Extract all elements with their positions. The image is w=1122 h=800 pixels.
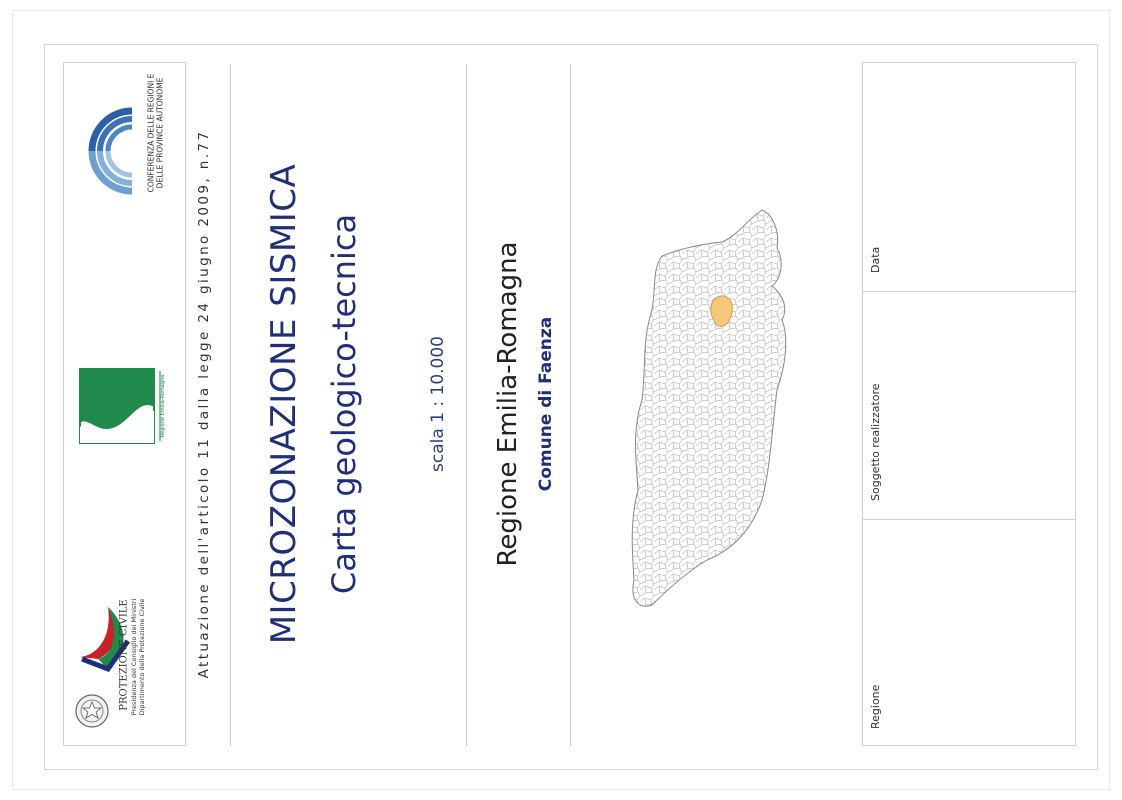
page-title: MICROZONAZIONE SISMICA xyxy=(264,163,304,645)
protezione-civile-logo: PROTEZIONE CIVILE Presidenza del Consigl… xyxy=(68,597,182,737)
region-map xyxy=(612,200,812,620)
soggetto-label: Soggetto realizzatore xyxy=(869,383,882,501)
divider-3 xyxy=(570,64,571,746)
conferenza-regioni-logo: CONFERENZA DELLE REGIONI E DELLE PROVINC… xyxy=(84,74,182,227)
scale-label: scala 1 : 10.000 xyxy=(428,336,448,472)
location-block: Regione Emilia-Romagna Comune di Faenza xyxy=(468,62,568,746)
comune-title: Comune di Faenza xyxy=(536,316,556,492)
regione-label: Regione xyxy=(869,684,882,729)
divider-1 xyxy=(230,64,231,746)
region-title: Regione Emilia-Romagna xyxy=(493,241,523,567)
protezione-civile-sub2: Dipartimento della Protezione Civile xyxy=(138,598,146,716)
regione-emilia-romagna-logo: Regione Emilia-Romagna xyxy=(78,367,168,445)
protezione-civile-title: PROTEZIONE CIVILE xyxy=(118,599,130,711)
emilia-romagna-map-icon xyxy=(631,209,787,607)
attuazione-text: Attuazione dell'articolo 11 dalla legge … xyxy=(196,129,212,679)
regione-logo-caption: Regione Emilia-Romagna xyxy=(160,374,166,438)
conferenza-line2: DELLE PROVINCE AUTONOME xyxy=(155,77,165,189)
logo-panel: PROTEZIONE CIVILE Presidenza del Consigl… xyxy=(63,62,186,746)
table-cell-soggetto: Soggetto realizzatore xyxy=(863,291,1075,519)
protezione-civile-sub1: Presidenza del Consiglio dei Ministri xyxy=(130,598,138,716)
table-cell-regione: Regione xyxy=(863,519,1075,745)
data-label: Data xyxy=(869,246,882,273)
conferenza-arcs-icon xyxy=(88,107,133,195)
table-cell-data: Data xyxy=(863,63,1075,291)
regione-flag-icon xyxy=(79,368,164,444)
info-table: Data Soggetto realizzatore Regione xyxy=(862,62,1076,746)
page-subtitle: Carta geologico-tecnica xyxy=(325,213,363,595)
conferenza-line1: CONFERENZA DELLE REGIONI E xyxy=(146,73,156,193)
divider-2 xyxy=(466,64,467,746)
attuazione-strip: Attuazione dell'articolo 11 dalla legge … xyxy=(186,62,222,746)
title-block: MICROZONAZIONE SISMICA Carta geologico-t… xyxy=(232,62,464,746)
